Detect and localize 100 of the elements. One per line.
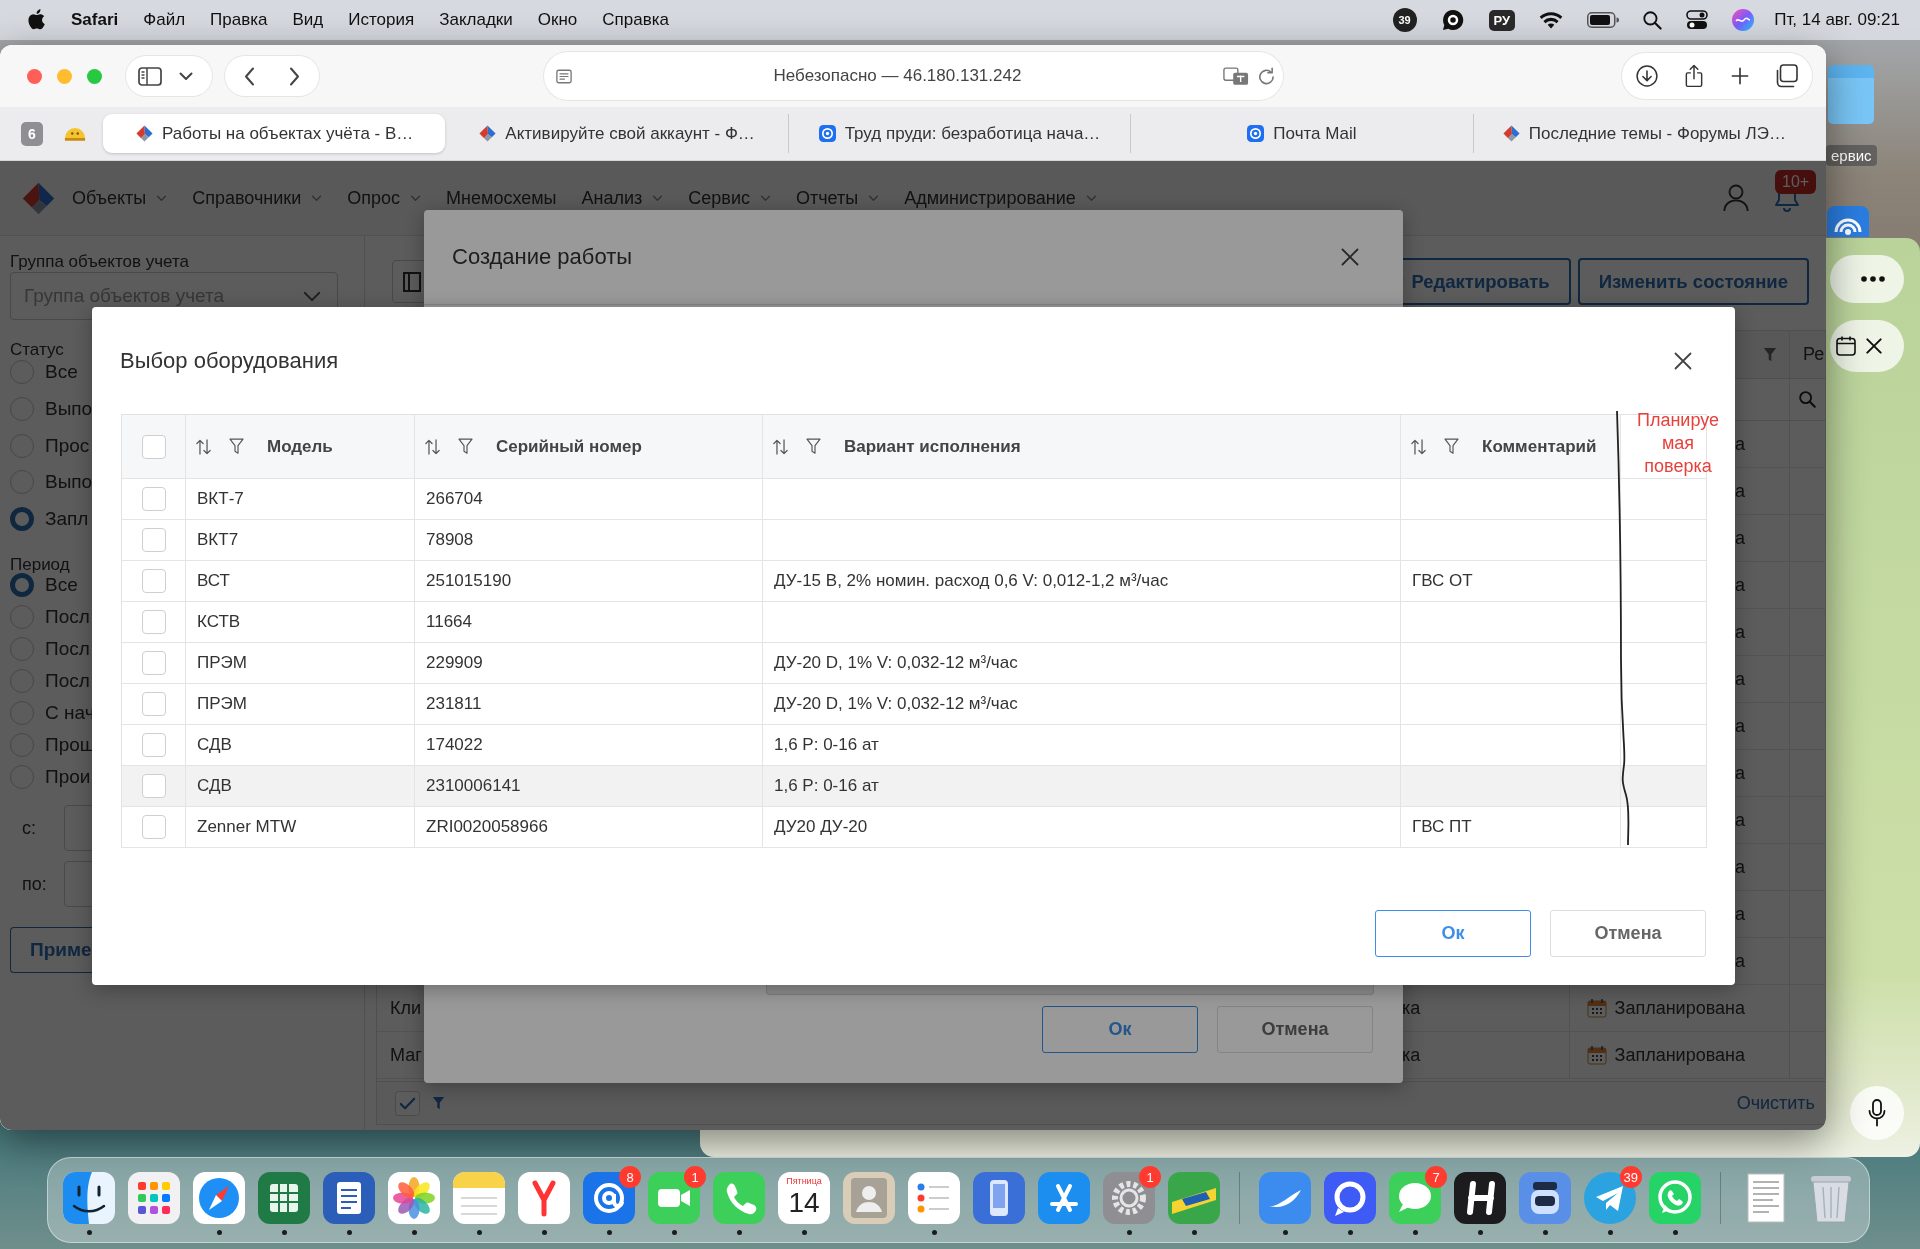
close-icon[interactable] xyxy=(1866,338,1882,354)
table-row[interactable]: СДВ 2310006141 1,6 P: 0-16 ат xyxy=(122,766,1706,807)
menu-item[interactable]: Окно xyxy=(537,10,578,30)
filter-icon[interactable] xyxy=(458,438,473,455)
table-row[interactable]: Zenner MTW ZRI0020058966 ДУ20 ДУ-20 ГВС ПТ xyxy=(122,807,1706,848)
zoom-window-button[interactable] xyxy=(87,68,102,84)
menu-item[interactable]: Правка xyxy=(210,10,268,30)
sidebar-icon[interactable] xyxy=(138,66,162,86)
emoji-icon[interactable] xyxy=(64,126,86,141)
dialog-button[interactable]: Отмена xyxy=(1217,1006,1373,1053)
page-icon[interactable] xyxy=(556,68,572,84)
column-header[interactable]: Вариант исполнения xyxy=(844,436,1021,457)
filter-icon[interactable] xyxy=(806,438,821,455)
radio-button[interactable] xyxy=(10,507,34,532)
microphone-button[interactable] xyxy=(1850,1086,1904,1140)
paper-plane-icon[interactable] xyxy=(1584,1172,1636,1224)
squares-icon[interactable] xyxy=(1776,64,1799,88)
browser-tab[interactable]: Работы на объектах учёта - В… xyxy=(103,114,446,153)
checkbox[interactable] xyxy=(141,651,166,675)
forward-icon[interactable] xyxy=(289,66,300,86)
logo-icon[interactable] xyxy=(22,181,55,215)
face-icon[interactable] xyxy=(63,1172,115,1224)
flower-icon[interactable] xyxy=(388,1172,440,1224)
column-header[interactable]: Комментарий xyxy=(1482,436,1597,457)
checkbox[interactable] xyxy=(141,569,166,593)
table-row[interactable]: ВКТ-7 266704 xyxy=(122,479,1706,520)
browser-tab[interactable]: Последние темы - Форумы ЛЭ… xyxy=(1472,114,1816,153)
checkmark-icon[interactable] xyxy=(395,1090,420,1116)
fork-icon[interactable] xyxy=(518,1172,570,1224)
menu-item[interactable]: Вид xyxy=(292,10,324,30)
checkbox[interactable] xyxy=(141,733,166,757)
filter-icon[interactable] xyxy=(229,438,244,455)
ring-bubble-icon[interactable] xyxy=(1324,1172,1376,1224)
folder-label[interactable]: ервис xyxy=(1826,145,1877,166)
checklist-icon[interactable] xyxy=(908,1172,960,1224)
menu-item[interactable]: Закладки xyxy=(439,10,513,30)
smartphone-icon[interactable] xyxy=(973,1172,1025,1224)
table-row[interactable]: ПРЭМ 231811 ДУ-20 D, 1% V: 0,032-12 м³/час xyxy=(122,684,1706,725)
app-menu[interactable]: Safari xyxy=(71,10,119,30)
menu-item[interactable]: История xyxy=(348,10,415,30)
stripes-icon[interactable] xyxy=(1168,1172,1220,1224)
chat-bubble-icon[interactable] xyxy=(1440,8,1465,32)
calendar-app-icon[interactable]: Пятница 14 xyxy=(778,1172,830,1224)
checkbox[interactable] xyxy=(141,487,166,511)
share-icon[interactable] xyxy=(1685,64,1704,88)
browser-tab[interactable]: Активируйте свой аккаунт - Ф… xyxy=(445,114,788,153)
broadcast-icon[interactable] xyxy=(1827,206,1869,237)
user-icon[interactable] xyxy=(1723,184,1749,212)
compass-icon[interactable] xyxy=(193,1172,245,1224)
close-icon[interactable] xyxy=(1674,351,1692,370)
table-row[interactable]: КСТВ 11664 xyxy=(122,602,1706,643)
calendar-icon[interactable] xyxy=(1836,336,1856,356)
checkbox[interactable] xyxy=(141,815,166,839)
dialog-button[interactable]: Отмена xyxy=(1550,910,1706,957)
close-window-button[interactable] xyxy=(27,68,42,84)
document-icon[interactable] xyxy=(323,1172,375,1224)
input-source-indicator[interactable]: РУ xyxy=(1488,9,1516,31)
phone-icon[interactable] xyxy=(713,1172,765,1224)
filter-icon[interactable] xyxy=(1444,438,1459,455)
toggles-icon[interactable] xyxy=(1686,10,1709,30)
address-field[interactable]: Небезопасно — 46.180.131.242 xyxy=(544,52,1283,100)
notification-badge[interactable]: 39 xyxy=(1392,8,1417,32)
crossed-sticks-icon[interactable] xyxy=(1038,1172,1090,1224)
search-icon[interactable] xyxy=(1643,10,1663,30)
more-button[interactable] xyxy=(1830,255,1904,303)
sort-icon[interactable] xyxy=(773,438,788,455)
sort-icon[interactable] xyxy=(196,438,211,455)
sort-icon[interactable] xyxy=(1411,438,1426,455)
plus-icon[interactable] xyxy=(1730,67,1749,85)
app-grid-icon[interactable] xyxy=(128,1172,180,1224)
table-row[interactable]: ВКТ7 78908 xyxy=(122,520,1706,561)
checkbox[interactable] xyxy=(141,774,166,798)
jar-icon[interactable] xyxy=(1519,1172,1571,1224)
battery-icon[interactable] xyxy=(1587,12,1620,28)
reload-icon[interactable] xyxy=(1257,67,1275,85)
wifi-icon[interactable] xyxy=(1539,11,1564,29)
notepad-icon[interactable] xyxy=(453,1172,505,1224)
sort-icon[interactable] xyxy=(425,438,440,455)
checkbox[interactable] xyxy=(141,528,166,552)
bars-icon[interactable] xyxy=(1454,1172,1506,1224)
swoosh-icon[interactable] xyxy=(1259,1172,1311,1224)
at-sign-icon[interactable] xyxy=(583,1172,635,1224)
column-header[interactable]: Модель xyxy=(267,436,333,457)
table-row[interactable]: ПРЭМ 229909 ДУ-20 D, 1% V: 0,032-12 м³/час xyxy=(122,643,1706,684)
table-row[interactable]: СДВ 174022 1,6 P: 0-16 ат xyxy=(122,725,1706,766)
orb-icon[interactable] xyxy=(1732,9,1755,31)
address-text[interactable]: Небезопасно — 46.180.131.242 xyxy=(580,66,1215,86)
clock[interactable]: Пт, 14 авг. 09:21 xyxy=(1774,10,1900,30)
chevron-down-icon[interactable] xyxy=(179,71,193,81)
radio-button[interactable] xyxy=(10,573,34,598)
spreadsheet-icon[interactable] xyxy=(258,1172,310,1224)
column-header[interactable]: Серийный номер xyxy=(496,436,642,457)
contact-card-icon[interactable] xyxy=(843,1172,895,1224)
apple-icon[interactable] xyxy=(27,9,45,31)
menu-item[interactable]: Справка xyxy=(602,10,669,30)
back-icon[interactable] xyxy=(244,66,255,86)
translate-icon[interactable] xyxy=(1223,66,1249,86)
table-row[interactable]: ВСТ 251015190 ДУ-15 В, 2% номин. расход 0,6 V: 0,012-1,2 м³/час ГВС ОТ xyxy=(122,561,1706,602)
checkbox[interactable] xyxy=(141,610,166,634)
menu-item[interactable]: Файл xyxy=(143,10,186,30)
